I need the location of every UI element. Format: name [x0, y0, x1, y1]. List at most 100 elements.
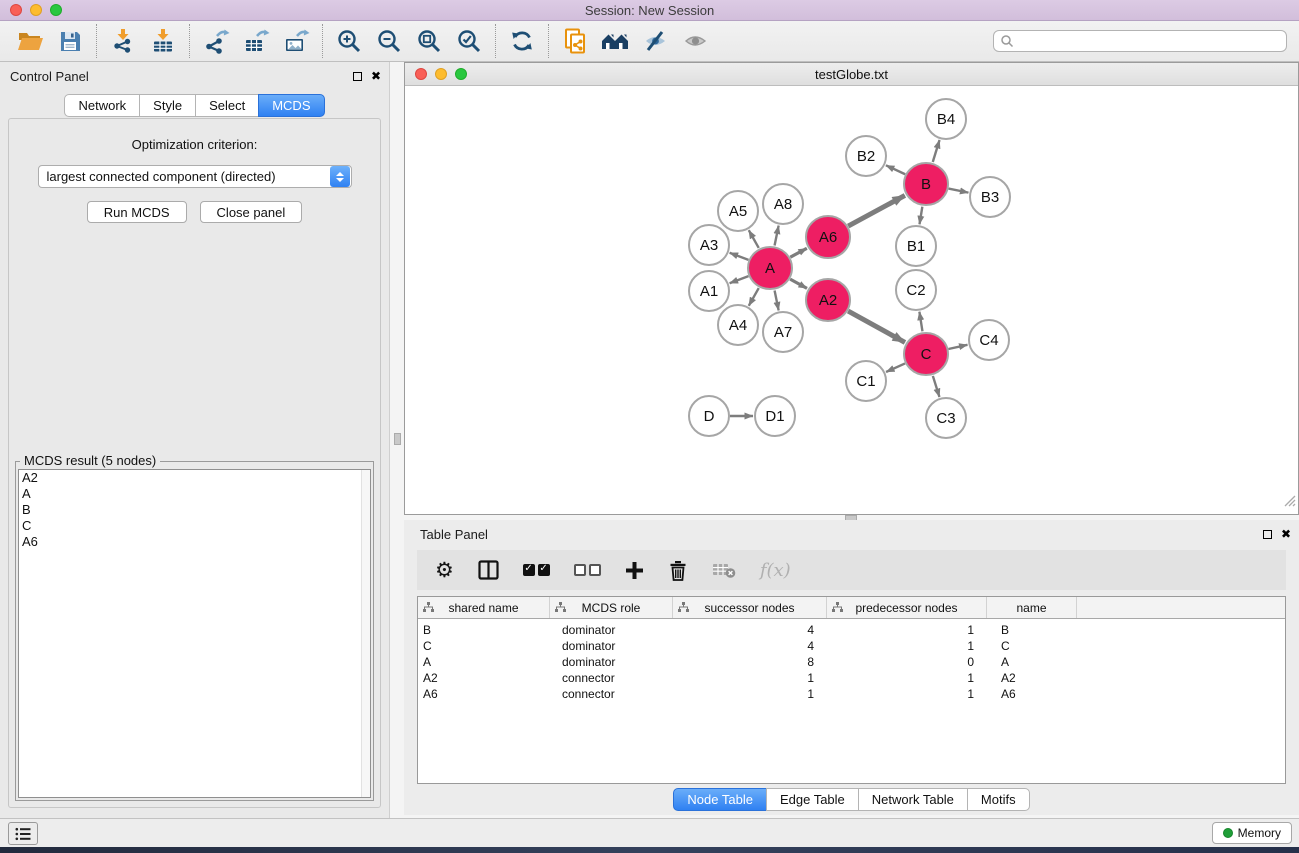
graph-node-A3[interactable]: A3 [689, 225, 729, 265]
zoom-fit-icon[interactable] [409, 24, 449, 58]
tab-motifs[interactable]: Motifs [967, 788, 1030, 811]
tab-select[interactable]: Select [195, 94, 259, 117]
cell-predecessor-nodes: 1 [827, 687, 987, 701]
function-builder-icon[interactable]: f(x) [760, 560, 791, 581]
result-item[interactable]: B [19, 502, 370, 518]
graph-node-C4[interactable]: C4 [969, 320, 1009, 360]
zoom-in-icon[interactable] [329, 24, 369, 58]
graph-node-A6[interactable]: A6 [806, 216, 850, 258]
settings-gear-icon[interactable]: ⚙ [435, 560, 454, 581]
graph-node-A4[interactable]: A4 [718, 305, 758, 345]
graph-node-B4[interactable]: B4 [926, 99, 966, 139]
graph-node-B3[interactable]: B3 [970, 177, 1010, 217]
tab-style[interactable]: Style [139, 94, 196, 117]
hide-selected-icon[interactable] [635, 24, 675, 58]
column-header-MCDS-role[interactable]: MCDS role [550, 597, 673, 618]
column-header-predecessor-nodes[interactable]: predecessor nodes [827, 597, 987, 618]
graph-node-C2[interactable]: C2 [896, 270, 936, 310]
tab-mcds[interactable]: MCDS [258, 94, 324, 117]
svg-text:A5: A5 [729, 203, 747, 220]
graph-node-D[interactable]: D [689, 396, 729, 436]
svg-text:A2: A2 [819, 292, 837, 309]
first-neighbors-icon[interactable] [595, 24, 635, 58]
graph-node-C[interactable]: C [904, 333, 948, 375]
graph-node-A5[interactable]: A5 [718, 191, 758, 231]
graph-node-A2[interactable]: A2 [806, 279, 850, 321]
graph-node-D1[interactable]: D1 [755, 396, 795, 436]
export-network-icon[interactable] [196, 24, 236, 58]
show-all-icon[interactable] [675, 24, 715, 58]
tab-node-table[interactable]: Node Table [673, 788, 767, 811]
network-window-titlebar[interactable]: testGlobe.txt [405, 63, 1298, 86]
close-panel-icon[interactable]: ✖ [371, 70, 381, 82]
deselect-all-icon[interactable] [574, 564, 601, 576]
delete-table-icon[interactable] [712, 562, 736, 579]
graph-node-A[interactable]: A [748, 247, 792, 289]
graph-edge-A-A6 [790, 248, 807, 257]
graph-node-A8[interactable]: A8 [763, 184, 803, 224]
column-header-name[interactable]: name [987, 597, 1077, 618]
column-header-successor-nodes[interactable]: successor nodes [673, 597, 827, 618]
svg-text:A1: A1 [700, 283, 718, 300]
graph-node-A1[interactable]: A1 [689, 271, 729, 311]
column-header-shared-name[interactable]: shared name [418, 597, 550, 618]
table-row[interactable]: Cdominator41C [418, 638, 1285, 654]
add-icon[interactable] [625, 561, 644, 580]
refresh-icon[interactable] [502, 24, 542, 58]
select-all-icon[interactable] [523, 564, 550, 576]
table-panel-title: Table Panel [420, 527, 488, 542]
search-field[interactable] [993, 30, 1287, 52]
mcds-result-list[interactable]: A2ABCA6 [18, 469, 371, 798]
table-row[interactable]: A6connector11A6 [418, 686, 1285, 702]
vertical-scrollbar-thumb[interactable] [394, 433, 401, 445]
result-item[interactable]: A [19, 486, 370, 502]
graph-node-A7[interactable]: A7 [763, 312, 803, 352]
delete-icon[interactable] [668, 560, 688, 581]
network-canvas[interactable]: B4 B2 B B3 A5 A8 A6 B1 A3 A A1 C2 A2 A4A7 C4 C C1 C3 D D1 [405, 86, 1298, 514]
float-panel-icon[interactable] [353, 72, 362, 81]
import-network-icon[interactable] [103, 24, 143, 58]
table-row[interactable]: Adominator80A [418, 654, 1285, 670]
tab-edge-table[interactable]: Edge Table [766, 788, 859, 811]
graph-node-C3[interactable]: C3 [926, 398, 966, 438]
save-session-icon[interactable] [50, 24, 90, 58]
graph-node-C1[interactable]: C1 [846, 361, 886, 401]
memory-button[interactable]: Memory [1212, 822, 1292, 844]
graph-node-B1[interactable]: B1 [896, 226, 936, 266]
graph-node-B2[interactable]: B2 [846, 136, 886, 176]
svg-text:A8: A8 [774, 196, 792, 213]
table-row[interactable]: Bdominator41B [418, 622, 1285, 638]
node-table[interactable]: shared nameMCDS rolesuccessor nodesprede… [417, 596, 1286, 784]
task-history-button[interactable] [8, 822, 38, 845]
zoom-selected-icon[interactable] [449, 24, 489, 58]
cell-successor-nodes: 4 [673, 623, 827, 637]
result-item[interactable]: A2 [19, 470, 370, 486]
float-panel-icon[interactable] [1263, 530, 1272, 539]
result-item[interactable]: A6 [19, 534, 370, 550]
open-session-icon[interactable] [10, 24, 50, 58]
new-network-from-selection-icon[interactable] [555, 24, 595, 58]
column-view-icon[interactable] [478, 560, 499, 580]
run-mcds-button[interactable]: Run MCDS [87, 201, 187, 223]
graph-edge-B-B4 [933, 140, 940, 162]
result-scrollbar[interactable] [361, 470, 370, 797]
tab-network-table[interactable]: Network Table [858, 788, 968, 811]
zoom-out-icon[interactable] [369, 24, 409, 58]
criterion-select[interactable]: largest connected component (directed) [38, 165, 352, 188]
graph-node-B[interactable]: B [904, 163, 948, 205]
import-table-icon[interactable] [143, 24, 183, 58]
titlebar: Session: New Session [0, 0, 1299, 21]
graph-edge-A-A1 [730, 276, 749, 283]
export-image-icon[interactable] [276, 24, 316, 58]
close-panel-button[interactable]: Close panel [200, 201, 303, 223]
search-input[interactable] [1014, 32, 1286, 50]
close-panel-icon[interactable]: ✖ [1281, 528, 1291, 540]
resize-grip-icon[interactable] [1284, 494, 1296, 512]
result-item[interactable]: C [19, 518, 370, 534]
svg-text:B3: B3 [981, 189, 999, 206]
cell-successor-nodes: 8 [673, 655, 827, 669]
table-row[interactable]: A2connector11A2 [418, 670, 1285, 686]
tab-network[interactable]: Network [64, 94, 140, 117]
graph-edge-C-C3 [933, 376, 940, 397]
export-table-icon[interactable] [236, 24, 276, 58]
